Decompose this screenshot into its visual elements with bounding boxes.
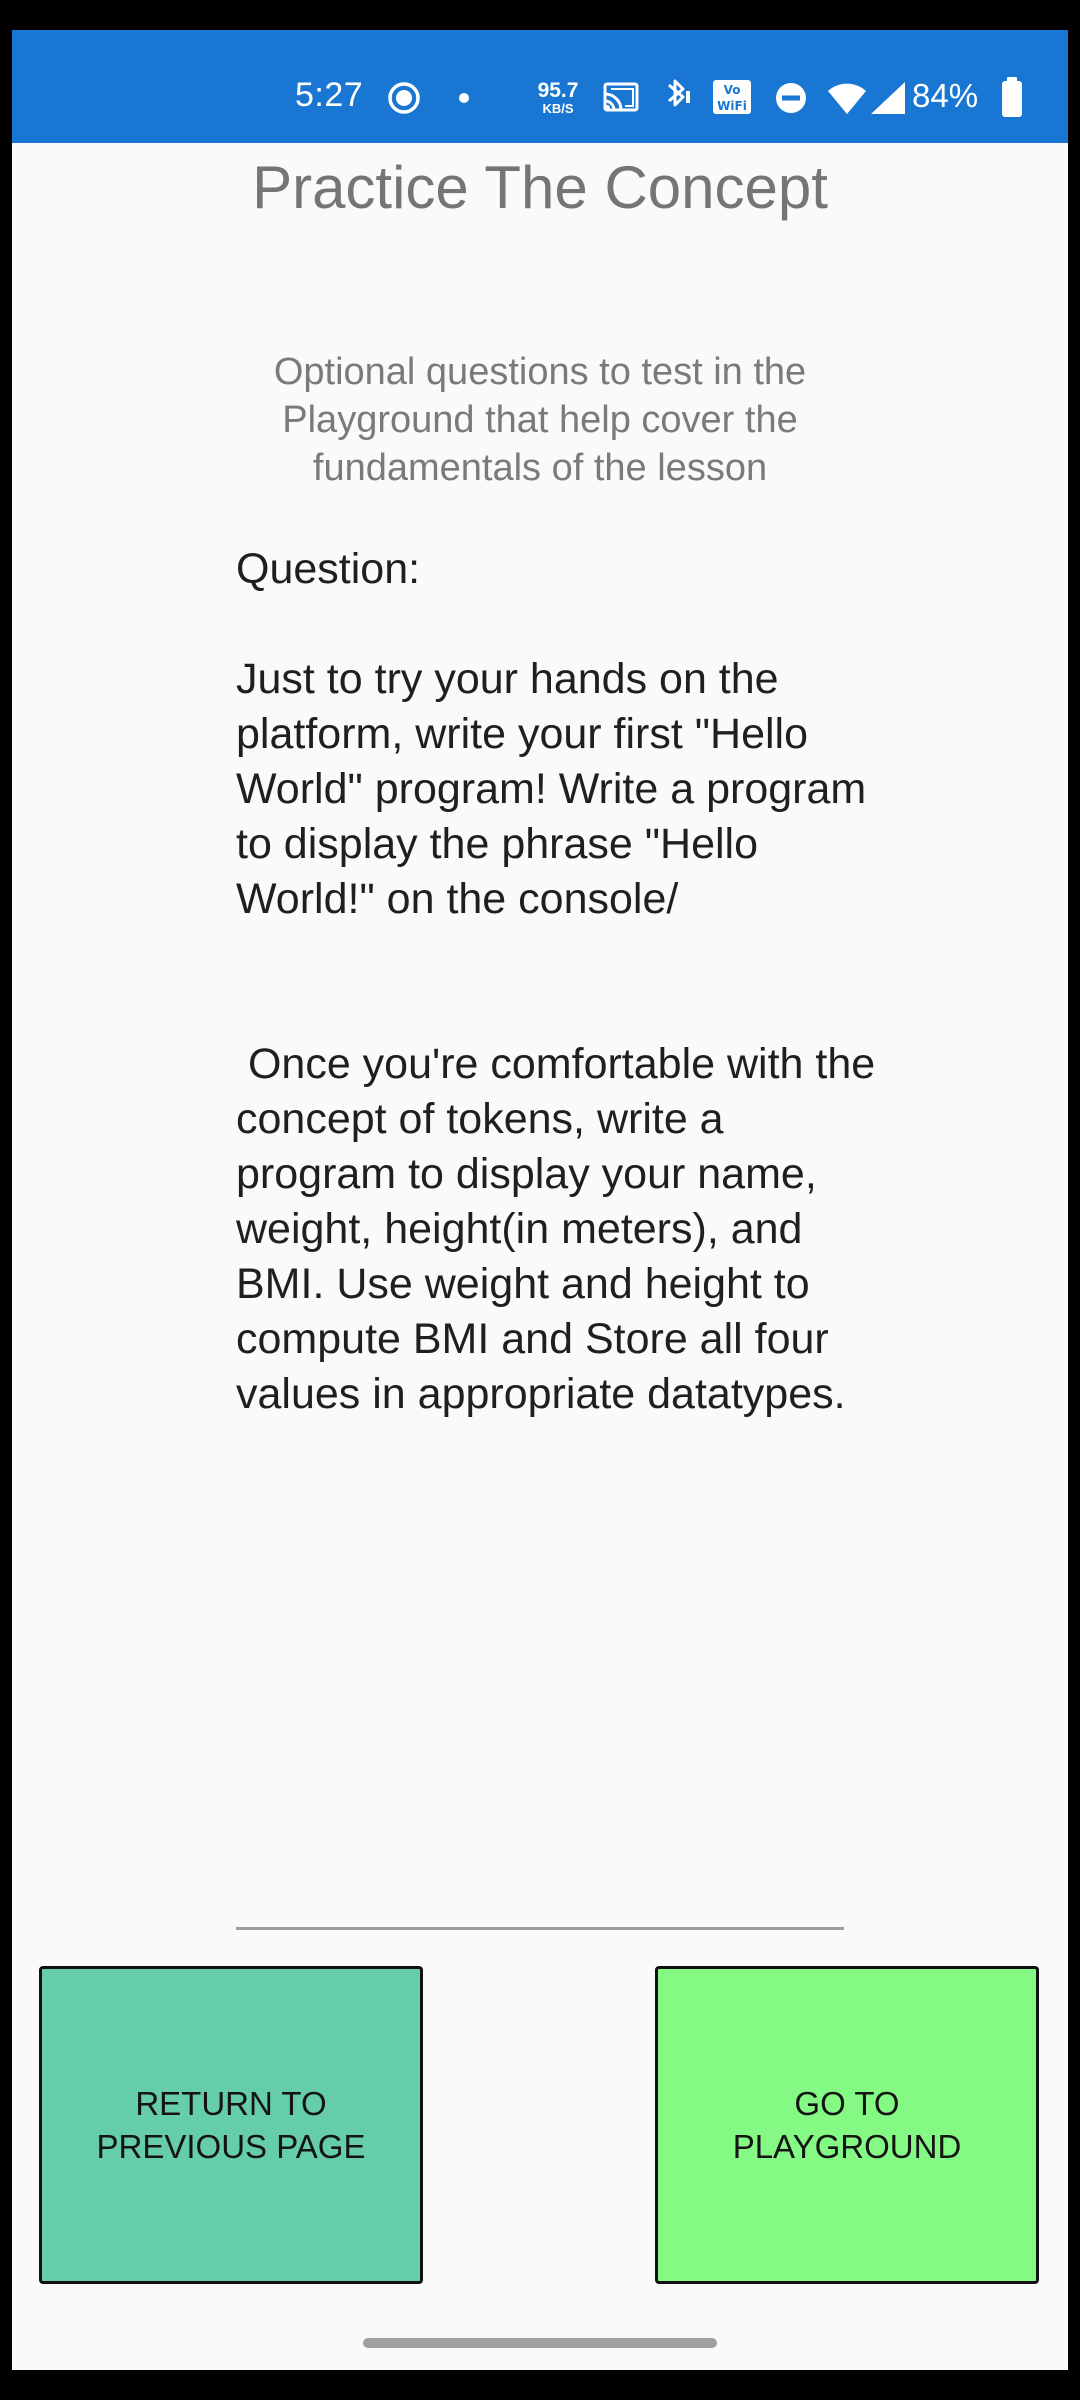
- signal-icon: [871, 82, 905, 114]
- svg-text:Vo: Vo: [724, 83, 741, 97]
- question-text: Question: Just to try your hands on the …: [236, 545, 876, 1418]
- status-time: 5:27: [295, 76, 364, 114]
- app-screen: 5:27 95.7 KB/S Vo WiFi 84% Practice The …: [12, 30, 1068, 2370]
- home-indicator[interactable]: [363, 2338, 717, 2348]
- dnd-icon: [776, 83, 806, 113]
- battery-percent: 84%: [912, 77, 979, 114]
- vowifi-icon: Vo WiFi: [713, 80, 751, 114]
- page-title: Practice The Concept: [252, 154, 828, 221]
- go-to-playground-button[interactable]: GO TO PLAYGROUND: [655, 1966, 1039, 2284]
- divider: [236, 1927, 844, 1930]
- battery-icon: [1002, 77, 1022, 117]
- record-icon: [388, 82, 420, 114]
- dot-icon: [459, 93, 469, 103]
- page-subtitle: Optional questions to test in the Playgr…: [273, 351, 807, 489]
- bluetooth-icon: [668, 79, 690, 107]
- network-speed-value: 95.7: [537, 79, 579, 102]
- cast-icon: [603, 82, 639, 112]
- network-speed-unit: KB/S: [542, 101, 574, 116]
- network-speed: 95.7 KB/S: [527, 80, 589, 115]
- return-to-previous-page-button[interactable]: RETURN TO PREVIOUS PAGE: [39, 1966, 423, 2284]
- wifi-icon: [828, 83, 866, 114]
- svg-text:WiFi: WiFi: [717, 99, 747, 113]
- status-bar: 5:27 95.7 KB/S Vo WiFi 84%: [12, 30, 1068, 143]
